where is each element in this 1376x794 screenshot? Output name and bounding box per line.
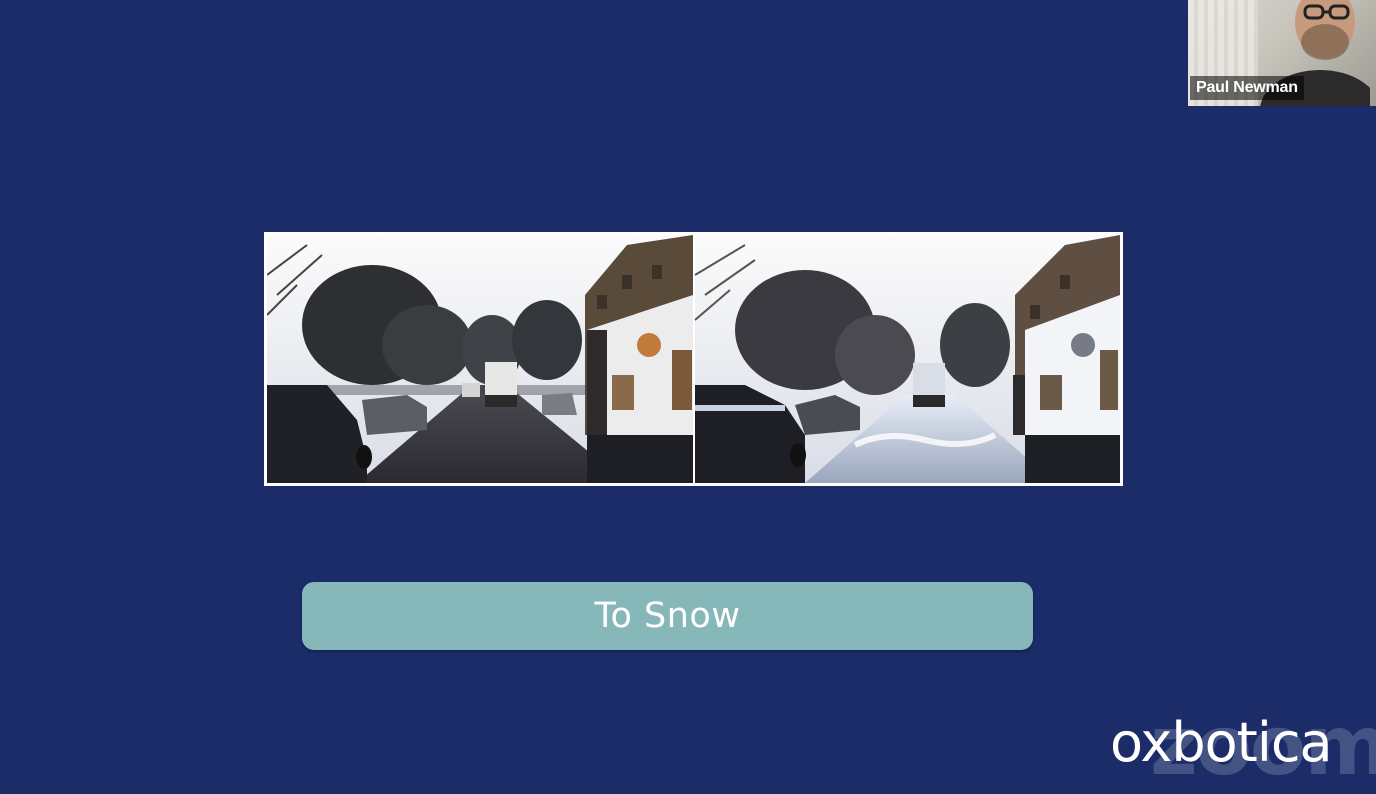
street-comparison-image — [264, 232, 1123, 486]
shared-screen: To Snow zoom oxbotica Paul Newman — [0, 0, 1376, 788]
caption-banner: To Snow — [302, 582, 1033, 650]
left-scene — [267, 235, 693, 483]
oxbotica-logo: oxbotica — [1110, 711, 1333, 774]
caption-text: To Snow — [594, 596, 741, 636]
right-scene — [694, 235, 1120, 483]
speaker-name-label: Paul Newman — [1190, 76, 1304, 100]
street-comparison-svg — [267, 235, 1120, 483]
